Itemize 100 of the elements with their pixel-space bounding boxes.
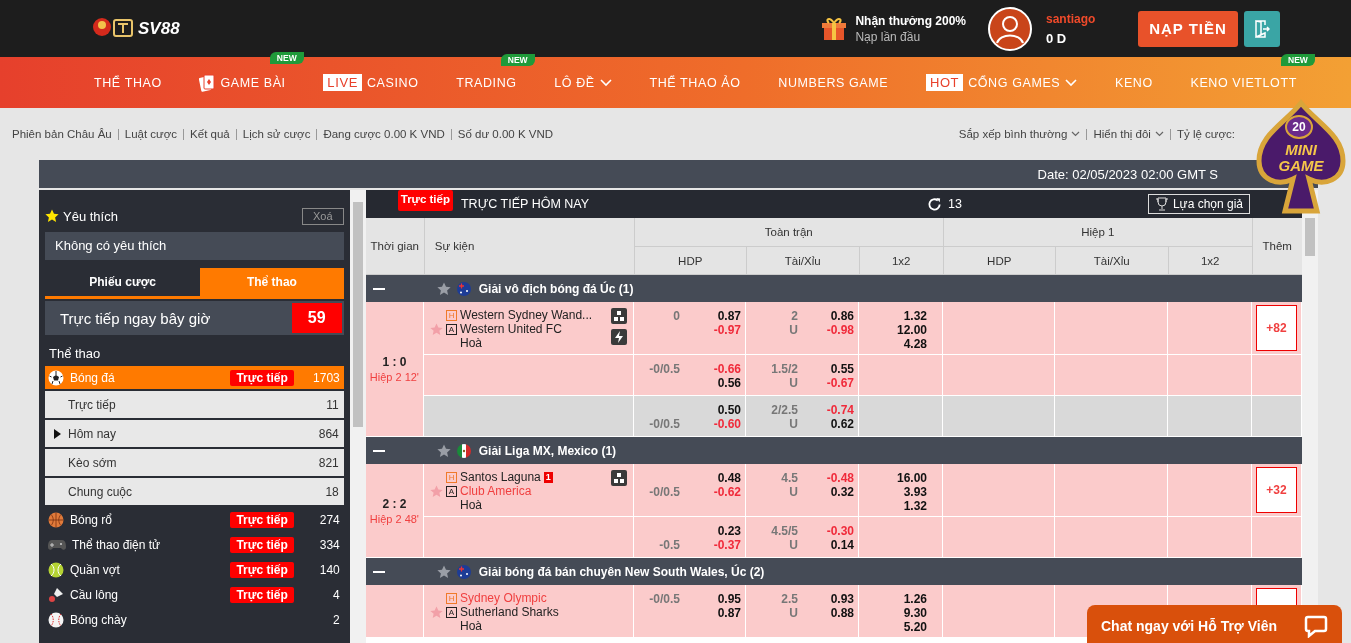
league-header[interactable]: Giải bóng đá bán chuyên New South Wales, Úc (2) [365,558,1302,585]
sub-link[interactable]: Số dư 0.00 K VND [450,128,560,140]
team-side-mark: A [446,606,457,618]
collapse-icon[interactable] [372,287,385,290]
odds-value[interactable]: 0.56 [680,376,741,390]
team-side-mark: H [446,592,457,604]
star-icon[interactable] [430,606,443,619]
odds-value[interactable]: 1.26 [903,592,927,606]
draw-label: Hoà [460,498,483,512]
total-line: 2/2.5 [770,403,798,417]
view-dropdown[interactable]: Hiển thị đôi [1086,128,1170,140]
handicap-line: -0/0.5 [648,417,680,431]
column-header: Toàn trận [634,218,944,247]
sub-link[interactable]: Kết quả [183,128,236,140]
nav-link[interactable]: THỂ THAO [94,75,162,90]
odds-value[interactable]: 0.55 [798,362,854,376]
stats-icon[interactable] [611,308,627,324]
live-tag: Trực tiếp [230,586,294,603]
odds-value[interactable]: 0.87 [680,309,741,323]
star-icon[interactable] [430,485,443,498]
total-line: 2 [790,309,798,323]
odds-value[interactable]: 0.32 [798,485,854,499]
shuttlecock-icon [48,586,64,603]
live-chat-toast[interactable]: Chat ngay với Hỗ Trợ Viên [1087,605,1342,643]
odds-value[interactable]: 4.28 [903,337,927,351]
view-dropdown[interactable]: Sắp xếp bình thường [952,128,1087,140]
nav-link[interactable]: HOT CỔNG GAMES [925,74,1078,91]
star-icon[interactable] [430,323,443,336]
sport-item[interactable]: Cầu lông Trực tiếp 4 [45,582,344,607]
league-filter-button[interactable]: Lựa chọn giả [1147,194,1250,214]
star-icon[interactable] [436,443,451,458]
odds-value[interactable]: 0.50 [680,403,741,417]
odds-value[interactable]: 0.88 [798,606,854,620]
stats-icon[interactable] [611,470,627,486]
flag-icon [456,443,471,458]
refresh-icon [927,196,942,212]
sport-filter-item[interactable]: Hôm nay 864 [45,420,344,447]
odds-value[interactable]: 0.87 [680,606,741,620]
draw-label: Hoà [460,619,483,633]
odds-value[interactable]: 16.00 [897,471,927,485]
total-line: 2.5 [780,592,798,606]
clear-button[interactable]: Xoá [301,207,344,225]
event-count: 1703 [312,370,340,385]
view-dropdown[interactable]: Tỷ lệ cược: [1169,128,1241,140]
nav-link[interactable]: LIVE CASINO [323,74,419,91]
odds-value[interactable]: 0.62 [798,417,854,431]
sub-link[interactable]: Luật cược [117,128,184,140]
sport-item[interactable]: Quần vợt Trực tiếp 140 [45,557,344,582]
promo-title[interactable]: Nhận thưởng 200% [855,13,966,28]
sport-item[interactable]: Bóng rổ Trực tiếp 274 [45,507,344,532]
team-name: Santos Laguna [460,470,541,484]
sport-filter-item[interactable]: Chung cuộc 18 [45,478,344,505]
odds-value[interactable]: 3.93 [903,485,927,499]
odds-value[interactable]: 0.14 [798,538,854,552]
collapse-icon[interactable] [372,570,385,573]
deposit-button[interactable]: NẠP TIỀN [1138,10,1238,47]
odds-value[interactable]: 5.20 [903,620,927,634]
mini-game-toast[interactable]: 20 MINI GAME [1253,97,1349,219]
spade-icon [1255,99,1347,217]
team-side-mark: H [446,471,457,483]
team-name: Sutherland Sharks [460,605,559,619]
odds-value[interactable]: 0.93 [798,592,854,606]
sport-filter-item[interactable]: Kèo sớm 821 [45,449,344,476]
odds-value[interactable]: 12.00 [897,323,927,337]
league-header[interactable]: Giải Liga MX, Mexico (1) [365,437,1302,464]
sub-link[interactable]: Lịch sử cược [235,128,317,140]
refresh-button[interactable]: 13 [921,195,968,213]
odds-value[interactable]: 1.32 [903,309,927,323]
favorites-title: Yêu thích [63,208,119,224]
logo-text[interactable]: SV88 [138,18,180,39]
more-markets-button[interactable]: +82 [1256,305,1297,351]
card-count-badge: 1 [543,471,553,483]
lightning-icon[interactable] [611,329,627,345]
sport-item[interactable]: Bóng chày 2 [45,607,344,632]
under-label: U [788,376,798,390]
star-icon[interactable] [436,281,451,296]
baseball-icon [48,611,64,628]
promo-subtitle: Nạp lần đầu [855,29,922,44]
league-header[interactable]: Giải vô địch bóng đá Úc (1) [365,275,1302,302]
odds-value[interactable]: 1.32 [903,499,927,513]
live-tag: Trực tiếp [230,536,294,553]
odds-value[interactable]: 9.30 [903,606,927,620]
more-markets-button[interactable]: +32 [1256,467,1297,513]
odds-value[interactable]: 0.48 [680,471,741,485]
live-tag: Trực tiếp [397,190,453,211]
odds-value[interactable]: 0.23 [680,524,741,538]
odds-value[interactable]: 0.86 [798,309,854,323]
sub-link[interactable]: Phiên bản Châu Âu [12,128,118,140]
sport-item[interactable]: Bóng đá Trực tiếp 1703 [45,366,344,389]
sub-link[interactable]: Đang cược 0.00 K VND [316,128,451,140]
logout-button[interactable] [1244,10,1280,47]
collapse-icon[interactable] [372,449,385,452]
gift-icon[interactable] [821,15,848,42]
avatar-icon[interactable] [988,6,1032,51]
live-now-bar[interactable]: Trực tiếp ngay bây giờ 59 [45,301,344,335]
live-count-badge: 59 [291,303,342,333]
sport-filter-item[interactable]: Trực tiếp 11 [45,391,344,418]
star-icon[interactable] [436,564,451,579]
odds-value[interactable]: 0.95 [680,592,741,606]
sport-item[interactable]: Thể thao điện tử Trực tiếp 334 [45,532,344,557]
